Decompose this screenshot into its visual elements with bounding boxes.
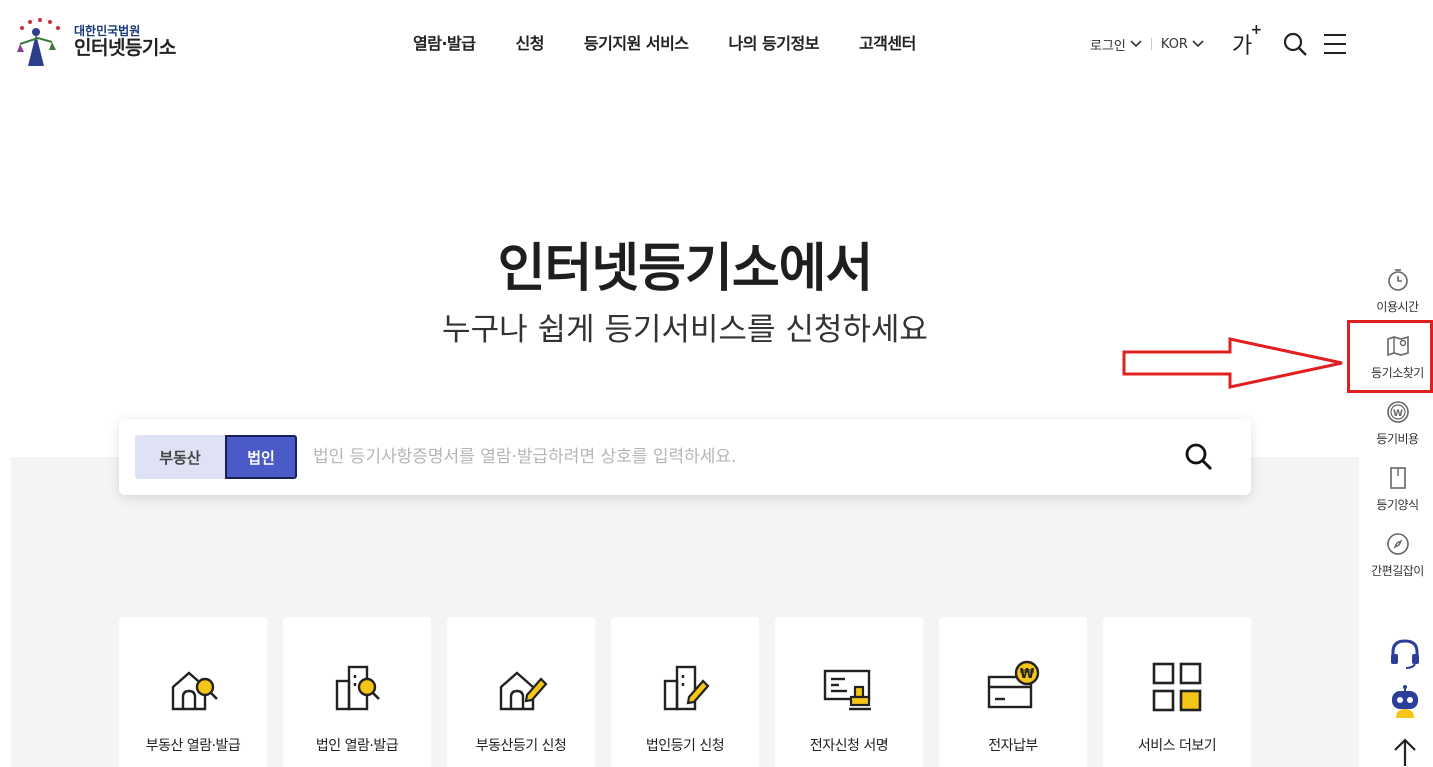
quick-item-cost[interactable]: W 등기비용 — [1362, 394, 1433, 460]
service-card-label: 법인 열람·발급 — [315, 738, 399, 754]
service-card-label: 법인등기 신청 — [645, 738, 725, 754]
building-search-icon — [335, 665, 380, 711]
court-emblem-icon — [17, 18, 60, 66]
main-nav: 열람·발급 신청 등기지원 서비스 나의 등기정보 고객센터 — [413, 30, 916, 54]
won-coin-icon: W — [1386, 401, 1409, 423]
service-card-corp-view[interactable]: 법인 열람·발급 — [283, 617, 431, 767]
header: 대한민국법원 인터넷등기소 열람·발급 신청 등기지원 서비스 나의 등기정보 … — [0, 0, 1433, 88]
page: 대한민국법원 인터넷등기소 열람·발급 신청 등기지원 서비스 나의 등기정보 … — [0, 0, 1433, 767]
hero-title: 인터넷등기소에서 — [497, 239, 874, 299]
search-box: 부동산 법인 — [119, 419, 1251, 495]
clock-icon — [1387, 269, 1408, 291]
divider — [1150, 38, 1152, 50]
quick-menu: 이용시간 등기소찾기 W 등기비용 등기양식 간편길잡이 — [1362, 262, 1433, 592]
login-dropdown[interactable]: 로그인 — [1090, 35, 1142, 54]
service-cards: 부동산 열람·발급 법인 열람·발급 부동산등기 신청 법인등기 신청 전자신청… — [119, 617, 1251, 767]
chevron-down-icon — [1192, 40, 1204, 48]
search-icon[interactable] — [1282, 31, 1308, 57]
building-pen-icon — [663, 665, 710, 711]
font-size-plus: + — [1250, 22, 1263, 38]
form-book-icon — [1389, 467, 1406, 489]
site-logo[interactable]: 대한민국법원 인터넷등기소 — [12, 14, 176, 70]
quick-item-label: 이용시간 — [1376, 300, 1419, 314]
scroll-top-icon[interactable] — [1387, 734, 1423, 767]
service-card-real-estate-apply[interactable]: 부동산등기 신청 — [447, 617, 595, 767]
service-card-more[interactable]: 서비스 더보기 — [1103, 617, 1251, 767]
search-input[interactable] — [313, 435, 1153, 479]
language-label: KOR — [1160, 36, 1188, 52]
headset-icon[interactable] — [1387, 636, 1423, 672]
quick-item-label: 등기양식 — [1376, 498, 1419, 512]
service-card-label: 서비스 더보기 — [1137, 738, 1217, 754]
highlight-box — [1347, 320, 1433, 393]
grid-icon — [1152, 662, 1202, 712]
nav-apply[interactable]: 신청 — [515, 30, 544, 54]
nav-my-info[interactable]: 나의 등기정보 — [729, 30, 820, 54]
nav-view-issue[interactable]: 열람·발급 — [413, 30, 476, 54]
house-search-icon — [171, 671, 218, 711]
svg-text:W: W — [1393, 409, 1403, 419]
card-won-icon: ₩ — [987, 660, 1040, 709]
tab-corporation[interactable]: 법인 — [225, 435, 297, 479]
font-size-button[interactable]: 가 + — [1231, 22, 1262, 60]
chatbot-icon[interactable] — [1387, 684, 1423, 720]
chevron-down-icon — [1130, 40, 1142, 48]
logo-title: 인터넷등기소 — [74, 37, 176, 60]
quick-item-hours[interactable]: 이용시간 — [1362, 262, 1433, 328]
service-card-label: 부동산등기 신청 — [475, 738, 567, 754]
service-card-label: 부동산 열람·발급 — [145, 738, 241, 754]
service-card-real-estate-view[interactable]: 부동산 열람·발급 — [119, 617, 267, 767]
service-card-label: 전자납부 — [988, 738, 1038, 754]
quick-item-forms[interactable]: 등기양식 — [1362, 460, 1433, 526]
quick-item-guide[interactable]: 간편길잡이 — [1362, 526, 1433, 592]
service-card-e-sign[interactable]: 전자신청 서명 — [775, 617, 923, 767]
login-label: 로그인 — [1090, 38, 1126, 54]
service-card-label: 전자신청 서명 — [809, 738, 889, 754]
red-arrow-annotation — [1122, 337, 1343, 389]
utility-menu: 로그인 KOR 가 + — [1090, 22, 1348, 60]
hamburger-menu-icon[interactable] — [1322, 31, 1348, 57]
font-size-label: 가 — [1231, 34, 1253, 59]
document-stamp-icon — [823, 669, 871, 711]
language-dropdown[interactable]: KOR — [1161, 37, 1204, 52]
search-submit-icon[interactable] — [1183, 441, 1215, 473]
house-pen-icon — [499, 671, 548, 711]
svg-text:₩: ₩ — [1020, 667, 1035, 682]
compass-icon — [1386, 533, 1409, 555]
nav-customer-center[interactable]: 고객센터 — [859, 30, 916, 54]
quick-item-label: 간편길잡이 — [1371, 564, 1424, 578]
search-type-tabs: 부동산 법인 — [135, 435, 297, 479]
quick-item-label: 등기비용 — [1376, 432, 1419, 446]
tab-real-estate[interactable]: 부동산 — [135, 435, 225, 479]
nav-support-service[interactable]: 등기지원 서비스 — [584, 30, 689, 54]
service-card-e-payment[interactable]: ₩ 전자납부 — [939, 617, 1087, 767]
service-card-corp-apply[interactable]: 법인등기 신청 — [611, 617, 759, 767]
